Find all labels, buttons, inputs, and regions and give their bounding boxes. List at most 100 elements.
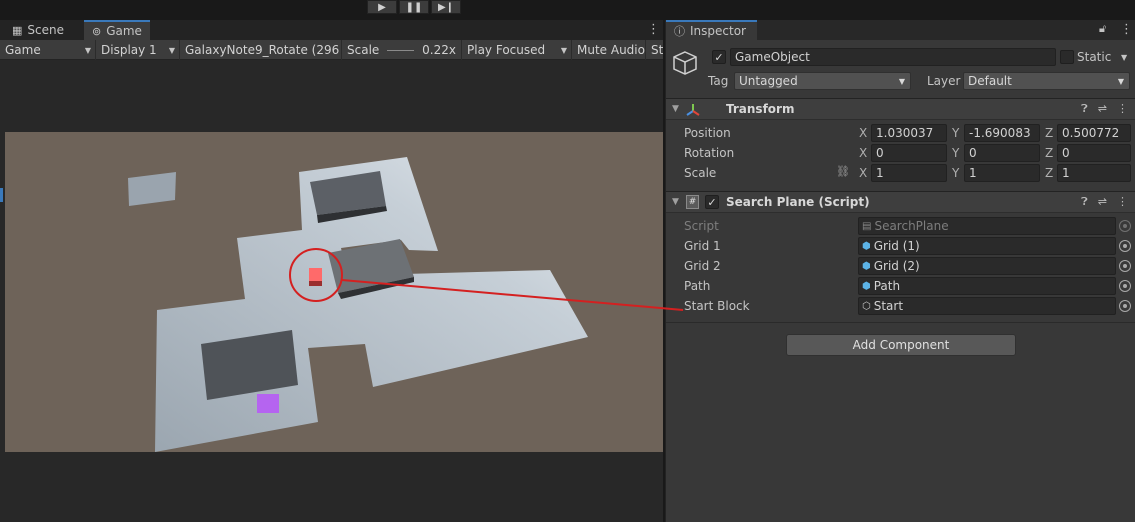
scale-label: Scale xyxy=(347,43,380,57)
rotation-x-input[interactable]: 0 xyxy=(871,144,947,162)
object-picker-icon[interactable] xyxy=(1119,240,1131,252)
active-checkbox[interactable]: ✓ xyxy=(712,50,726,64)
step-icon: ▶❙ xyxy=(437,1,455,13)
position-z-input[interactable]: 0.500772 xyxy=(1057,124,1131,142)
script-hash-icon: # xyxy=(686,195,699,209)
presets-icon[interactable]: ⇌ xyxy=(1098,195,1107,209)
inspector-menu-icon[interactable]: ⋮ xyxy=(1120,22,1133,37)
component-menu-icon[interactable]: ⋮ xyxy=(1117,195,1128,209)
grid1-field[interactable]: ⬢ Grid (1) xyxy=(858,237,1116,255)
stats-toggle[interactable]: St xyxy=(646,40,663,60)
tab-scene[interactable]: ▦ Scene xyxy=(4,20,72,40)
chevron-down-icon: ▼ xyxy=(84,45,91,55)
scale-z-input[interactable]: 1 xyxy=(1057,164,1131,182)
game-viewport[interactable] xyxy=(5,132,663,452)
scene-render xyxy=(128,157,588,452)
start-block-value: Start xyxy=(873,299,904,313)
resolution-dropdown[interactable]: GalaxyNote9_Rotate (296 xyxy=(180,40,342,60)
chevron-down-icon: ▼ xyxy=(168,45,175,55)
play-button[interactable]: ▶ xyxy=(367,0,397,14)
inspector-tabbar: ⓘ Inspector 🔓︎ ⋮ xyxy=(666,20,1135,40)
tab-inspector-label: Inspector xyxy=(690,24,746,38)
rotation-y-axis: Y xyxy=(952,146,960,160)
position-z-axis: Z xyxy=(1045,126,1054,140)
view-menu-icon[interactable]: ⋮ xyxy=(647,22,660,37)
search-plane-header[interactable]: ▼ # ✓ Search Plane (Script) ❓︎ ⇌ ⋮ xyxy=(666,191,1135,213)
chevron-down-icon: ▼ xyxy=(898,76,905,86)
lock-icon[interactable]: 🔓︎ xyxy=(1099,22,1106,36)
tab-game[interactable]: ⊚ Game xyxy=(84,20,150,40)
layer-dropdown[interactable]: Default ▼ xyxy=(963,72,1130,90)
position-x-axis: X xyxy=(859,126,868,140)
gameobject-cube-icon: ⬡ xyxy=(862,300,871,312)
scale-slider[interactable]: Scale 0.22x xyxy=(342,40,462,60)
grid1-value: Grid (1) xyxy=(873,239,920,253)
tag-value: Untagged xyxy=(739,74,798,88)
presets-icon[interactable]: ⇌ xyxy=(1098,102,1107,116)
rotation-z-input[interactable]: 0 xyxy=(1057,144,1131,162)
pause-button[interactable]: ❚❚ xyxy=(399,0,429,14)
prefab-cube-icon: ⬢ xyxy=(862,260,871,272)
chevron-down-icon: ▼ xyxy=(560,45,567,55)
transform-header[interactable]: ▼ Transform ❓︎ ⇌ ⋮ xyxy=(666,98,1135,120)
rotation-y-input[interactable]: 0 xyxy=(964,144,1040,162)
position-y-input[interactable]: -1.690083 xyxy=(964,124,1040,142)
tab-game-label: Game xyxy=(106,24,142,38)
path-field[interactable]: ⬢ Path xyxy=(858,277,1116,295)
info-icon: ⓘ xyxy=(674,25,685,38)
start-block-field[interactable]: ⬡ Start xyxy=(858,297,1116,315)
component-enabled-checkbox[interactable]: ✓ xyxy=(705,195,719,209)
script-field: ▤ SearchPlane xyxy=(858,217,1116,235)
mute-audio-label: Mute Audio xyxy=(577,43,645,57)
tag-dropdown[interactable]: Untagged ▼ xyxy=(734,72,911,90)
scale-track[interactable] xyxy=(387,49,415,51)
mute-audio-toggle[interactable]: Mute Audio xyxy=(572,40,646,60)
object-picker-icon[interactable] xyxy=(1119,280,1131,292)
scale-x-input[interactable]: 1 xyxy=(871,164,947,182)
help-icon[interactable]: ❓︎ xyxy=(1081,195,1088,209)
script-file-icon: ▤ xyxy=(862,220,872,232)
small-plane xyxy=(128,172,176,206)
foldout-arrow-icon[interactable]: ▼ xyxy=(672,104,679,114)
game-mode-label: Game xyxy=(5,43,41,57)
grid2-field[interactable]: ⬢ Grid (2) xyxy=(858,257,1116,275)
component-menu-icon[interactable]: ⋮ xyxy=(1117,102,1128,116)
search-plane-title: Search Plane (Script) xyxy=(726,195,870,209)
link-icon[interactable]: ⛓︎ xyxy=(836,165,850,178)
step-button[interactable]: ▶❙ xyxy=(431,0,461,14)
chevron-down-icon[interactable]: ▼ xyxy=(1121,53,1127,62)
play-icon: ▶ xyxy=(378,1,386,13)
game-view-panel: ▦ Scene ⊚ Game ⋮ Game ▼ Display 1 ▼ Galaxy… xyxy=(0,20,663,522)
purple-cube xyxy=(257,394,279,413)
object-picker-icon xyxy=(1119,220,1131,232)
gamepad-icon: ⊚ xyxy=(92,24,102,38)
display-dropdown[interactable]: Display 1 ▼ xyxy=(96,40,180,60)
help-icon[interactable]: ❓︎ xyxy=(1081,102,1088,116)
object-picker-icon[interactable] xyxy=(1119,260,1131,272)
grid2-label: Grid 2 xyxy=(684,259,721,273)
prefab-cube-icon: ⬢ xyxy=(862,240,871,252)
position-x-input[interactable]: 1.030037 xyxy=(871,124,947,142)
game-mode-dropdown[interactable]: Game ▼ xyxy=(0,40,96,60)
object-picker-icon[interactable] xyxy=(1119,300,1131,312)
component-divider xyxy=(666,322,1135,323)
scale-y-input[interactable]: 1 xyxy=(964,164,1040,182)
stats-label: St xyxy=(651,43,663,57)
static-checkbox[interactable] xyxy=(1060,50,1074,64)
scale-y-axis: Y xyxy=(952,166,960,180)
tab-inspector[interactable]: ⓘ Inspector xyxy=(666,20,757,40)
object-name-input[interactable]: GameObject xyxy=(730,48,1056,66)
gameobject-cube-icon xyxy=(673,51,697,75)
chevron-down-icon: ▼ xyxy=(1117,76,1124,86)
rotation-x-axis: X xyxy=(859,146,868,160)
scene-icon: ▦ xyxy=(12,23,23,37)
add-component-button[interactable]: Add Component xyxy=(786,334,1016,356)
position-y-axis: Y xyxy=(952,126,960,140)
play-focused-dropdown[interactable]: Play Focused ▼ xyxy=(462,40,572,60)
panel-splitter xyxy=(0,188,3,202)
play-toolbar: ▶ ❚❚ ▶❙ xyxy=(0,0,1135,20)
foldout-arrow-icon[interactable]: ▼ xyxy=(672,197,679,207)
view-tabbar: ▦ Scene ⊚ Game ⋮ xyxy=(0,20,663,40)
transform-icon xyxy=(686,104,700,116)
scale-value: 0.22x xyxy=(422,43,456,57)
